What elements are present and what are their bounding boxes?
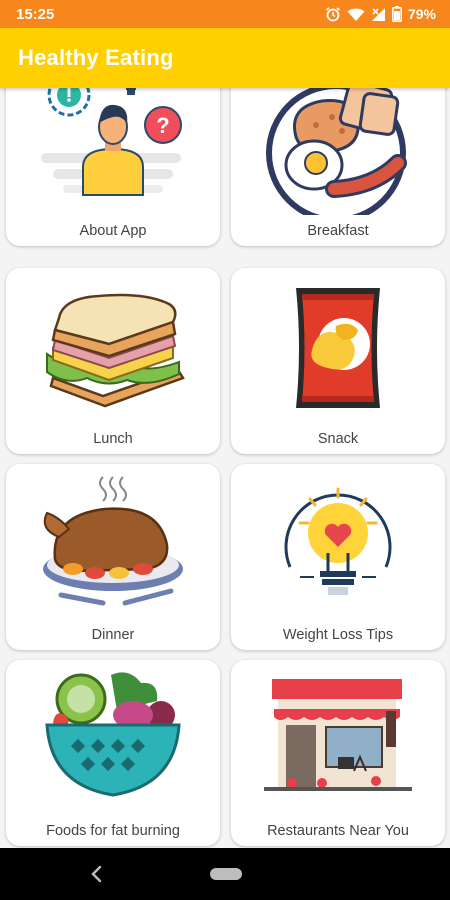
card-dinner[interactable]: Dinner: [6, 464, 220, 650]
card-weight-loss-tips[interactable]: Weight Loss Tips: [231, 464, 445, 650]
card-label: Lunch: [93, 431, 133, 447]
card-label: Restaurants Near You: [267, 823, 409, 839]
battery-percent: 79%: [407, 6, 436, 22]
page-title: Healthy Eating: [18, 45, 174, 70]
card-breakfast[interactable]: Breakfast: [231, 88, 445, 246]
category-grid: ? About App Breakfast Lunch Snack Dinner…: [0, 88, 450, 848]
card-label: Foods for fat burning: [46, 823, 180, 839]
sandwich-icon: [6, 272, 220, 424]
back-icon[interactable]: [90, 864, 104, 884]
status-bar: 15:25 79%: [0, 0, 450, 28]
status-icons: 79%: [325, 6, 436, 22]
breakfast-plate-icon: [231, 88, 445, 216]
app-bar: Healthy Eating: [0, 28, 450, 88]
status-time: 15:25: [16, 5, 55, 23]
person-question-icon: ?: [6, 88, 220, 216]
alarm-icon: [325, 7, 340, 22]
card-about-app[interactable]: ? About App: [6, 88, 220, 246]
battery-icon: [391, 6, 402, 22]
card-restaurants-near-you[interactable]: Restaurants Near You: [231, 660, 445, 846]
lightbulb-heart-icon: [231, 468, 445, 620]
card-label: Weight Loss Tips: [282, 627, 394, 643]
restaurant-building-icon: [231, 664, 445, 816]
signal-icon: [371, 7, 385, 21]
roast-chicken-icon: [6, 468, 220, 620]
card-label: Snack: [317, 431, 359, 447]
card-snack[interactable]: Snack: [231, 268, 445, 454]
navigation-bar: [0, 848, 450, 900]
vegetable-bowl-icon: [6, 664, 220, 816]
card-label: Breakfast: [307, 223, 369, 239]
chips-bag-icon: [231, 272, 445, 424]
card-label: Dinner: [91, 627, 135, 643]
home-pill-button[interactable]: [210, 868, 242, 880]
card-lunch[interactable]: Lunch: [6, 268, 220, 454]
svg-text:?: ?: [156, 113, 169, 138]
card-label: About App: [79, 223, 147, 239]
wifi-icon: [347, 8, 365, 21]
card-foods-fat-burning[interactable]: Foods for fat burning: [6, 660, 220, 846]
